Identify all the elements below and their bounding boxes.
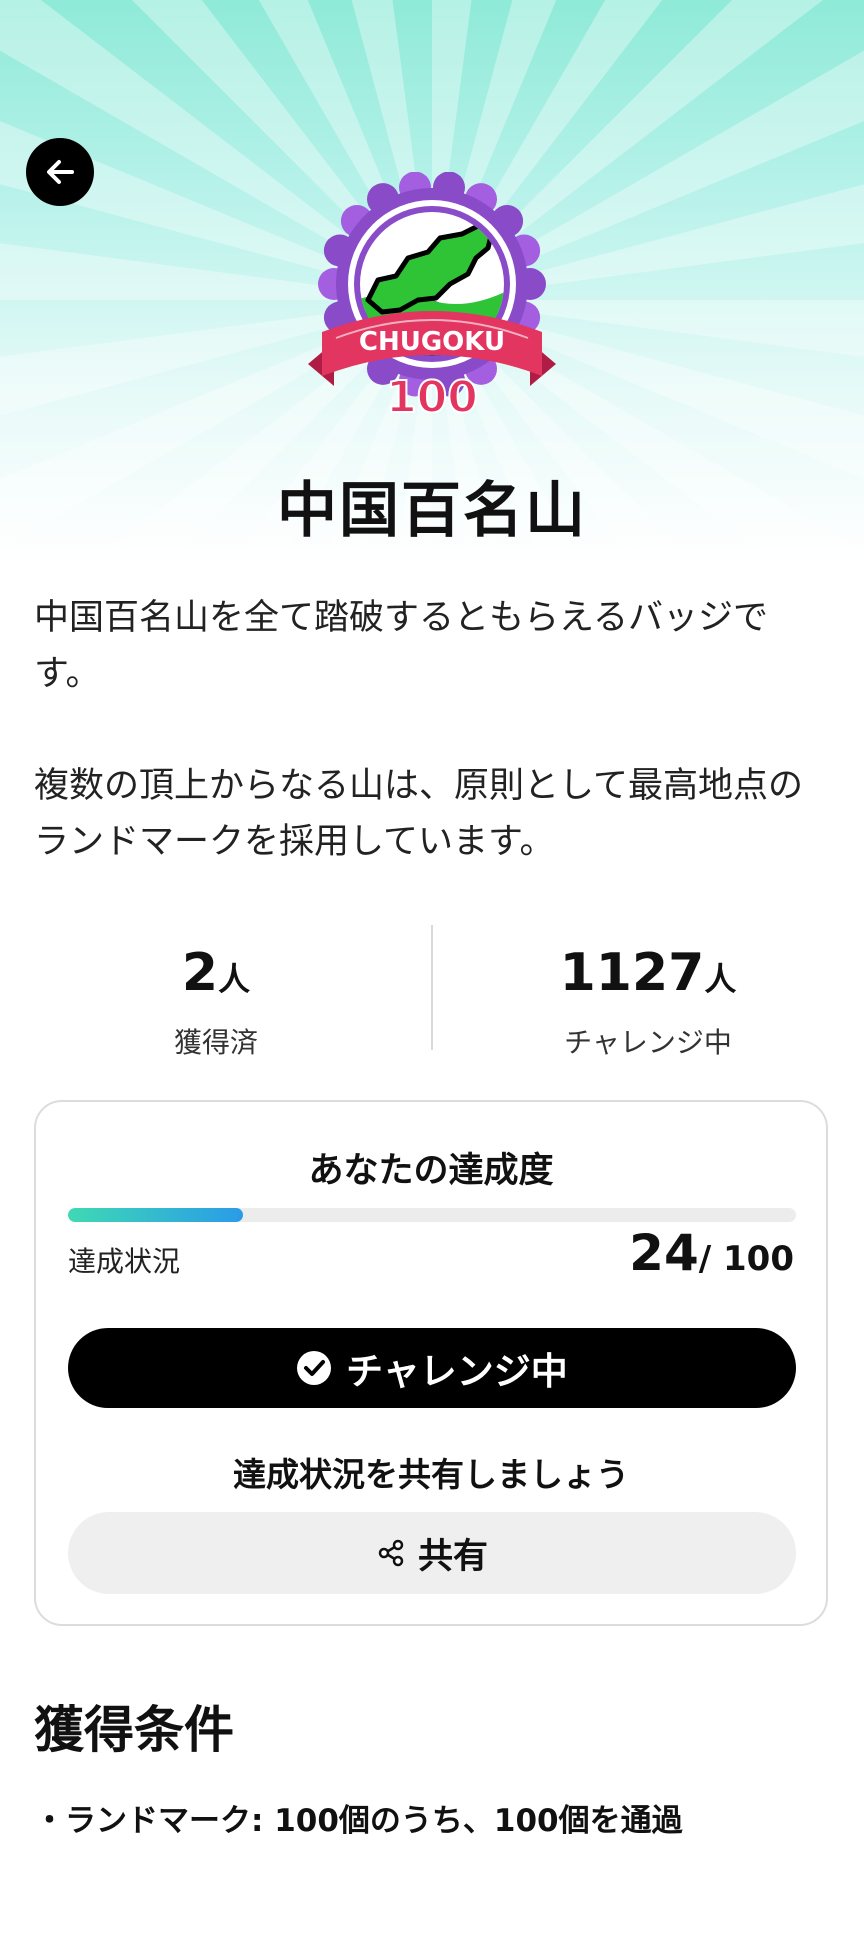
stat-challenging-value: 1127 <box>559 943 705 1003</box>
stat-challenging: 1127人 チャレンジ中 <box>432 925 864 1059</box>
stats-divider <box>431 925 433 1050</box>
progress-bar-fill <box>68 1208 243 1222</box>
badge-stats: 2人 獲得済 1127人 チャレンジ中 <box>0 925 864 1059</box>
progress-status-label: 達成状況 <box>68 1245 181 1278</box>
stat-earned-value: 2 <box>181 943 219 1003</box>
stat-earned-label: 獲得済 <box>173 1026 258 1059</box>
conditions-title: 獲得条件 <box>34 1701 234 1759</box>
chugoku-badge-emblem: CHUGOKU 100 <box>308 172 556 424</box>
share-button-label: 共有 <box>417 1536 488 1577</box>
stat-challenging-unit: 人 <box>704 960 737 998</box>
condition-item: ・ランドマーク: 100個のうち、100個を通過 <box>34 1803 683 1839</box>
share-prompt: 達成状況を共有しましょう <box>233 1455 629 1494</box>
progress-total: / 100 <box>698 1239 794 1279</box>
progress-card: あなたの達成度 達成状況 24/ 100 チャレンジ中 達成状況を共有しましょう <box>34 1100 828 1626</box>
progress-bar <box>68 1208 796 1222</box>
progress-heading: あなたの達成度 <box>308 1151 554 1191</box>
description-paragraph-2: 複数の頂上からなる山は、原則として最高地点のランドマークを採用しています。 <box>34 766 803 862</box>
arrow-left-icon <box>47 160 74 184</box>
badge-detail-page: CHUGOKU 100 中国百名山 中国百名山を全て踏破するともらえるバッジです… <box>0 0 864 1939</box>
progress-count: 24/ 100 <box>629 1224 794 1282</box>
badge-title: 中国百名山 <box>277 476 587 546</box>
badge-description: 中国百名山を全て踏破するともらえるバッジです。 複数の頂上からなる山は、原則とし… <box>34 590 830 870</box>
progress-done: 24 <box>629 1224 699 1282</box>
check-circle-icon <box>297 1351 332 1385</box>
stat-challenging-label: チャレンジ中 <box>564 1026 732 1059</box>
stat-earned: 2人 獲得済 <box>0 925 432 1059</box>
share-button[interactable]: 共有 <box>68 1512 796 1594</box>
challenge-button-label: チャレンジ中 <box>346 1350 568 1393</box>
badge-emblem-text: CHUGOKU <box>359 327 505 357</box>
share-icon <box>378 1539 404 1567</box>
stat-earned-unit: 人 <box>218 960 251 998</box>
back-button[interactable] <box>26 138 94 206</box>
badge-emblem-number: 100 <box>386 372 478 423</box>
challenge-button[interactable]: チャレンジ中 <box>68 1328 796 1408</box>
description-paragraph-1: 中国百名山を全て踏破するともらえるバッジです。 <box>34 598 768 694</box>
